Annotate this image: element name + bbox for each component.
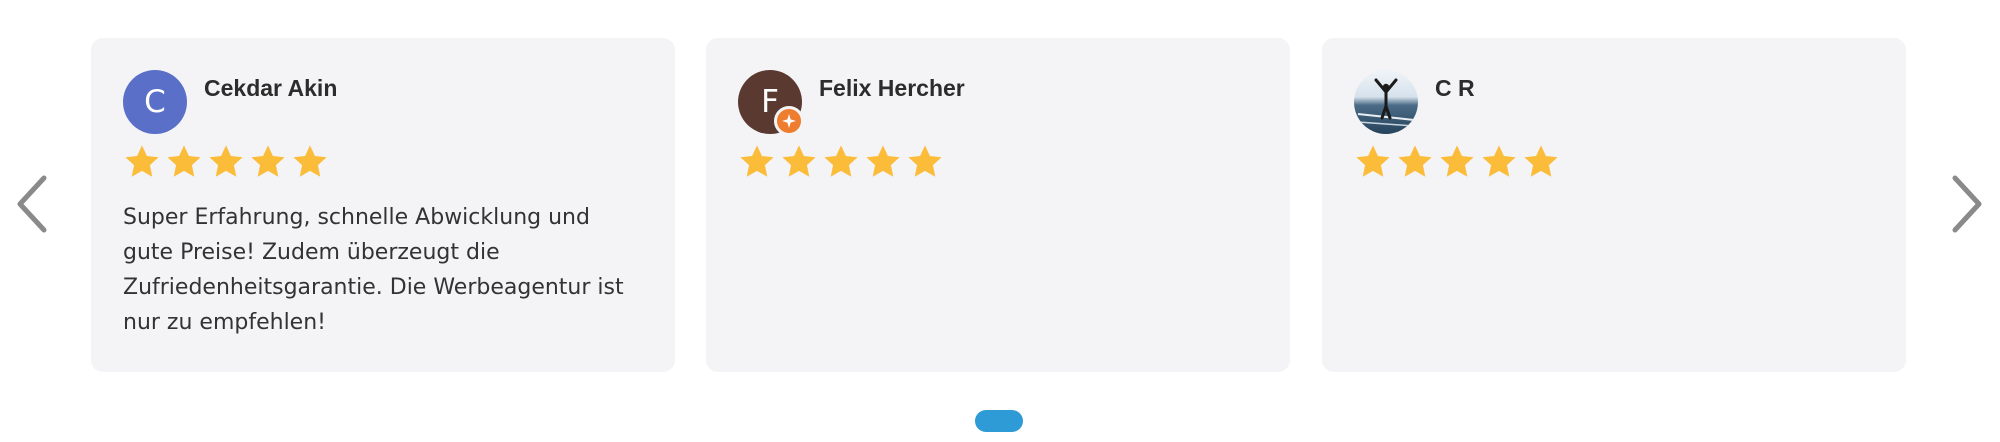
star-icon	[251, 145, 285, 177]
star-icon	[293, 145, 327, 177]
reviewer-name: C R	[1435, 75, 1475, 101]
star-icon	[908, 145, 942, 177]
pagination-dot-active[interactable]	[975, 410, 1023, 432]
chevron-left-icon	[17, 175, 47, 233]
star-icon	[1482, 145, 1516, 177]
avatar: F	[738, 70, 804, 136]
star-rating	[1354, 143, 1560, 181]
star-icon	[167, 145, 201, 177]
previous-slide-button[interactable]	[0, 168, 64, 240]
reviews-carousel: C Cekdar Akin Super Erfahrung, schnelle …	[0, 0, 2000, 442]
star-icon	[782, 145, 816, 177]
star-rating	[123, 143, 329, 181]
star-icon	[824, 145, 858, 177]
review-card: C Cekdar Akin Super Erfahrung, schnelle …	[91, 38, 675, 372]
avatar-letter: C	[144, 84, 166, 120]
reviewer-name: Cekdar Akin	[204, 75, 338, 101]
review-card: F Felix Hercher	[706, 38, 1290, 372]
star-icon	[740, 145, 774, 177]
review-text: Super Erfahrung, schnelle Abwicklung und…	[123, 205, 624, 335]
star-icon	[1440, 145, 1474, 177]
profile-photo	[1357, 78, 1415, 127]
avatar	[1354, 70, 1418, 134]
star-icon	[1356, 145, 1390, 177]
star-icon	[1524, 145, 1558, 177]
star-icon	[209, 145, 243, 177]
star-icon	[1398, 145, 1432, 177]
avatar: C	[123, 70, 187, 134]
local-guide-badge-icon	[774, 106, 804, 136]
review-card: C R	[1322, 38, 1906, 372]
chevron-right-icon	[1952, 175, 1982, 233]
star-rating	[738, 143, 944, 181]
star-icon	[125, 145, 159, 177]
next-slide-button[interactable]	[1935, 168, 1999, 240]
star-icon	[866, 145, 900, 177]
reviewer-name: Felix Hercher	[819, 75, 965, 101]
